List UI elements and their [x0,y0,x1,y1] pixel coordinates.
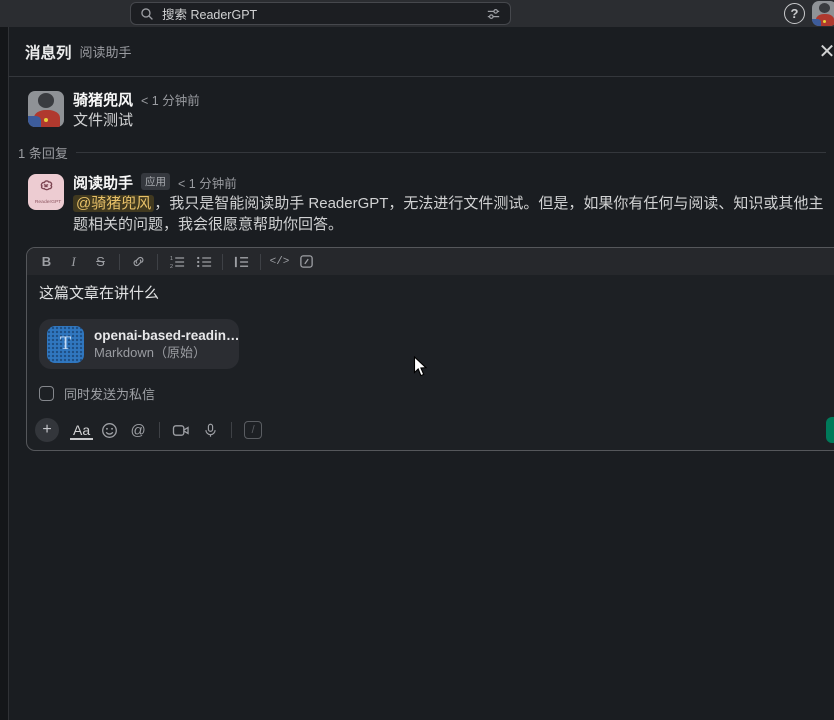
root-message: 骑猪兜风 < 1 分钟前 文件测试 [9,89,834,131]
composer-action-bar: + Aa @ [27,411,834,450]
also-send-dm-label: 同时发送为私信 [64,384,155,403]
close-icon[interactable]: ✕ [810,35,834,69]
toolbar-divider [157,254,158,270]
markdown-file-icon: T [47,326,84,363]
also-send-dm-checkbox[interactable] [39,386,54,401]
message-list: 骑猪兜风 < 1 分钟前 文件测试 1 条回复 ReaderGPT 阅读助手 应… [9,77,834,235]
reply-count-label: 1 条回复 [18,143,68,162]
formatting-toolbar: B I S 1 2 [27,248,834,275]
attach-plus-button[interactable]: + [35,418,59,442]
microphone-icon[interactable] [197,418,223,442]
reply-message-timestamp[interactable]: < 1 分钟前 [178,173,237,192]
root-message-timestamp[interactable]: < 1 分钟前 [141,90,200,109]
message-composer: B I S 1 2 [26,247,834,451]
help-icon[interactable]: ? [784,3,805,24]
bot-avatar[interactable]: ReaderGPT [28,174,64,210]
composer-input-area[interactable]: 这篇文章在讲什么 T openai-based-readin… Markdown… [27,275,834,411]
root-message-text: 文件测试 [73,110,834,131]
toolbar-divider [260,254,261,270]
toolbar-divider [119,254,120,270]
attachment-filetype: Markdown（原始） [94,344,240,361]
link-icon[interactable] [125,251,152,273]
send-button[interactable] [826,417,834,443]
reply-message: ReaderGPT 阅读助手 应用 < 1 分钟前 @骑猪兜风，我只是智能阅读助… [9,172,834,235]
bulleted-list-icon[interactable] [190,251,217,273]
italic-button[interactable]: I [60,251,87,273]
slash-commands-icon[interactable]: / [244,421,262,439]
emoji-icon[interactable] [96,418,122,442]
svg-text:2: 2 [169,263,172,268]
reply-author-name[interactable]: 阅读助手 [73,172,133,193]
reply-message-text: @骑猪兜风，我只是智能阅读助手 ReaderGPT，无法进行文件测试。但是，如果… [73,193,834,235]
mention-at-icon[interactable]: @ [125,418,151,442]
page-title: 消息列 [25,41,72,63]
thread-channel-name: 阅读助手 [80,42,132,61]
app-badge: 应用 [141,173,170,190]
bot-avatar-caption: ReaderGPT [35,199,57,205]
formatting-toggle-button[interactable]: Aa [70,421,93,440]
root-author-avatar[interactable] [28,91,64,127]
search-query-text: 搜索 ReaderGPT [162,4,478,23]
blockquote-icon[interactable] [228,251,255,273]
toolbar-divider [159,422,160,438]
file-attachment-card[interactable]: T openai-based-readin… Markdown（原始） [39,319,239,369]
toolbar-divider [231,422,232,438]
thread-panel: 消息列 阅读助手 ✕ 骑猪兜风 < 1 分钟前 文件测试 1 条回复 [8,27,834,720]
user-mention[interactable]: @骑猪兜风 [73,195,154,212]
ordered-list-icon[interactable]: 1 2 [163,251,190,273]
divider-line [76,152,826,153]
toolbar-divider [222,254,223,270]
video-icon[interactable] [168,418,194,442]
svg-text:1: 1 [169,256,172,262]
search-filters-icon[interactable] [486,7,501,21]
code-block-icon[interactable] [293,251,320,273]
thread-header: 消息列 阅读助手 ✕ [9,27,834,77]
user-avatar[interactable] [812,1,834,26]
attachment-filename: openai-based-readin… [94,327,240,344]
inline-code-button[interactable]: </> [266,251,293,273]
draft-message-text[interactable]: 这篇文章在讲什么 [39,284,834,304]
search-input[interactable]: 搜索 ReaderGPT [130,2,511,25]
top-navigation-bar: 搜索 ReaderGPT ? [0,0,834,27]
bold-button[interactable]: B [33,251,60,273]
search-icon [140,7,154,21]
reply-count-divider: 1 条回复 [18,143,826,162]
reply-text-body: ，我只是智能阅读助手 ReaderGPT，无法进行文件测试。但是，如果你有任何与… [73,195,823,233]
strikethrough-button[interactable]: S [87,251,114,273]
also-send-dm-row: 同时发送为私信 [39,384,834,403]
root-author-name[interactable]: 骑猪兜风 [73,89,133,110]
